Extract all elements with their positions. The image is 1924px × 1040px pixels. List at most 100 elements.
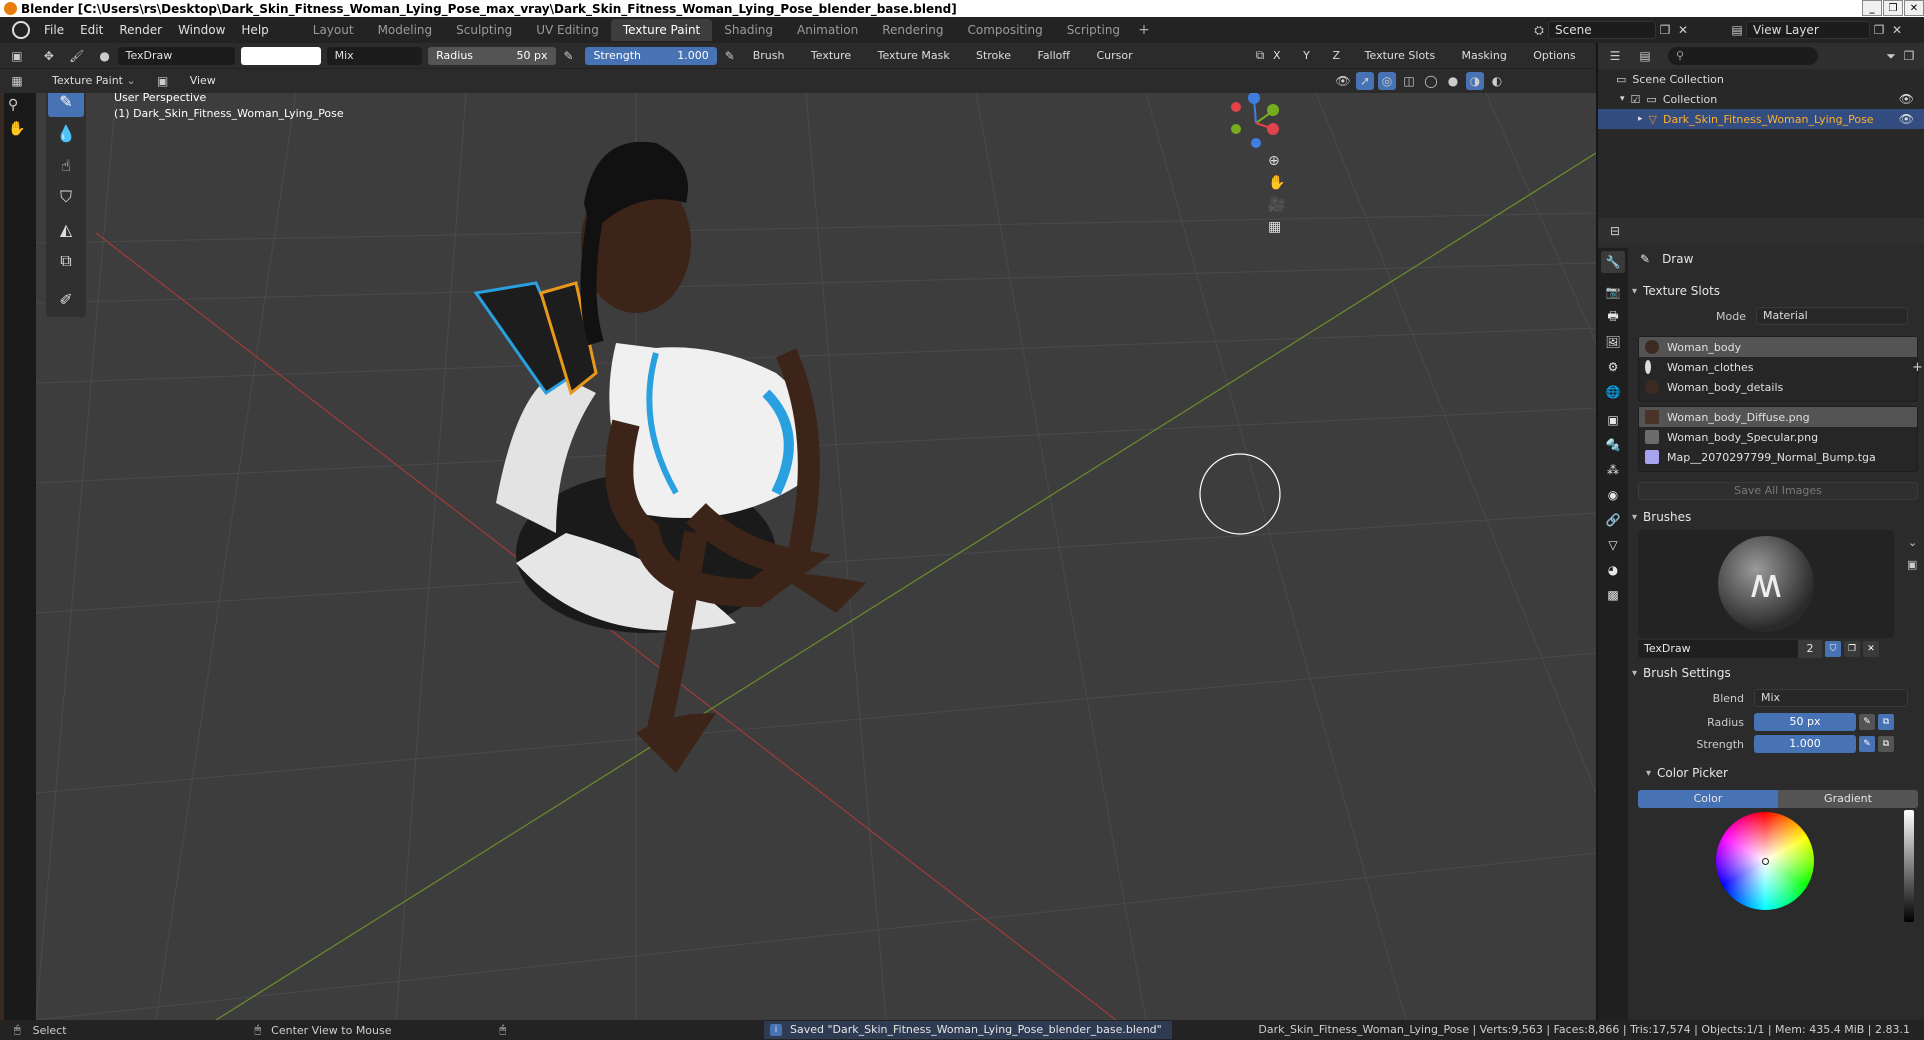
- list-item[interactable]: Map__2070297799_Normal_Bump.tga: [1639, 447, 1917, 467]
- xray-icon[interactable]: ◫: [1400, 72, 1418, 90]
- new-collection-icon[interactable]: ❐: [1900, 47, 1918, 65]
- zoom-tool-icon[interactable]: ⚲: [8, 97, 18, 113]
- rendered-shading-icon[interactable]: ◐: [1488, 72, 1506, 90]
- gizmo-icon[interactable]: ➚: [1356, 72, 1374, 90]
- expand-arrow-icon[interactable]: ▾: [1620, 94, 1625, 104]
- display-mode-icon[interactable]: ▤: [1636, 47, 1654, 65]
- mode-dropdown[interactable]: Material: [1756, 307, 1908, 325]
- world-tab-icon[interactable]: 🌐: [1601, 381, 1625, 403]
- minimize-button[interactable]: _: [1862, 0, 1882, 16]
- brush-name-field[interactable]: TexDraw: [117, 46, 236, 65]
- view-menu[interactable]: View: [182, 72, 224, 90]
- texture-mask-menu[interactable]: Texture Mask: [872, 47, 968, 65]
- delete-view-layer-icon[interactable]: ✕: [1888, 21, 1906, 39]
- add-slot-icon[interactable]: +: [1912, 360, 1923, 375]
- list-item[interactable]: Woman_body_Diffuse.png: [1639, 407, 1917, 427]
- brush-image-icon[interactable]: ▣: [1907, 558, 1917, 571]
- modifier-tab-icon[interactable]: 🔩: [1601, 434, 1625, 456]
- strength-unified-icon[interactable]: ⧉: [1878, 736, 1894, 752]
- tab-modeling[interactable]: Modeling: [366, 19, 445, 41]
- soften-tool-icon[interactable]: 💧: [48, 117, 84, 149]
- scene-field[interactable]: Scene: [1548, 21, 1656, 39]
- clone-tool-icon[interactable]: ⛉: [48, 181, 84, 213]
- filter-icon[interactable]: ⏷: [1882, 47, 1900, 65]
- output-tab-icon[interactable]: 🖶: [1601, 306, 1625, 328]
- smear-tool-icon[interactable]: ☝: [48, 149, 84, 181]
- constraints-tab-icon[interactable]: 🔗: [1601, 509, 1625, 531]
- wireframe-shading-icon[interactable]: ◯: [1422, 72, 1440, 90]
- menu-render[interactable]: Render: [111, 17, 170, 43]
- brush-preview-icon[interactable]: ●: [96, 47, 114, 65]
- brush-color-swatch[interactable]: [241, 46, 321, 65]
- stroke-menu[interactable]: Stroke: [970, 47, 1030, 65]
- tab-compositing[interactable]: Compositing: [955, 19, 1054, 41]
- menu-window[interactable]: Window: [170, 17, 233, 43]
- brush-list-expand-icon[interactable]: ⌄: [1908, 536, 1917, 549]
- strength-slider[interactable]: 1.000: [1754, 735, 1856, 753]
- list-item[interactable]: Woman_body: [1639, 337, 1917, 357]
- color-picker-panel-header[interactable]: Color Picker: [1646, 762, 1924, 784]
- mode-grid-icon[interactable]: ▦: [8, 72, 26, 90]
- new-scene-icon[interactable]: ❐: [1656, 21, 1674, 39]
- outliner-editor-icon[interactable]: ☰: [1606, 47, 1624, 65]
- delete-scene-icon[interactable]: ✕: [1674, 21, 1692, 39]
- maximize-button[interactable]: ❐: [1883, 0, 1903, 16]
- annotate-tool-icon[interactable]: ✐: [48, 283, 84, 315]
- texture-menu[interactable]: Texture: [805, 47, 870, 65]
- particles-tab-icon[interactable]: ⁂: [1601, 459, 1625, 481]
- texture-tab-icon[interactable]: ▩: [1601, 584, 1625, 606]
- visibility-icon[interactable]: 👁: [1334, 72, 1352, 90]
- strength-slider[interactable]: Strength 1.000: [585, 46, 717, 65]
- radius-slider[interactable]: Radius 50 px: [428, 46, 556, 65]
- solid-shading-icon[interactable]: ●: [1444, 72, 1462, 90]
- mirror-z-button[interactable]: Z: [1328, 47, 1356, 65]
- strength-pressure-icon[interactable]: ✎: [1859, 736, 1875, 752]
- checkbox-icon[interactable]: ☑: [1631, 93, 1641, 106]
- tab-scripting[interactable]: Scripting: [1055, 19, 1132, 41]
- radius-pressure-icon[interactable]: ✎: [560, 47, 578, 65]
- unlink-brush-icon[interactable]: ✕: [1863, 641, 1879, 657]
- menu-edit[interactable]: Edit: [72, 17, 111, 43]
- save-all-images-button[interactable]: Save All Images: [1638, 482, 1918, 500]
- tab-texture-paint[interactable]: Texture Paint: [610, 19, 713, 41]
- material-shading-icon[interactable]: ◑: [1466, 72, 1484, 90]
- camera-view-icon[interactable]: 🎥: [1268, 197, 1285, 213]
- visibility-eye-icon[interactable]: 👁: [1899, 112, 1914, 126]
- outliner-row-collection[interactable]: ▾ ☑ ▭ Collection 👁: [1598, 89, 1924, 109]
- brushes-panel-header[interactable]: Brushes: [1632, 506, 1922, 528]
- physics-tab-icon[interactable]: ◉: [1601, 484, 1625, 506]
- radius-slider[interactable]: 50 px: [1754, 713, 1856, 731]
- render-tab-icon[interactable]: 📷: [1601, 281, 1625, 303]
- ortho-toggle-icon[interactable]: ▦: [1268, 219, 1285, 235]
- brush-settings-panel-header[interactable]: Brush Settings: [1632, 662, 1922, 684]
- duplicate-brush-icon[interactable]: ❐: [1844, 641, 1860, 657]
- overlay-icon[interactable]: ◎: [1378, 72, 1396, 90]
- blender-menu-icon[interactable]: [12, 21, 30, 39]
- mode-icon[interactable]: ✥: [40, 47, 58, 65]
- material-tab-icon[interactable]: ◕: [1601, 559, 1625, 581]
- view-layer-tab-icon[interactable]: 🖼: [1601, 331, 1625, 353]
- navigation-gizmo[interactable]: [1231, 93, 1279, 148]
- pan-hand-icon[interactable]: ✋: [8, 121, 25, 137]
- menu-file[interactable]: File: [36, 17, 72, 43]
- brush-menu[interactable]: Brush: [747, 47, 803, 65]
- tab-animation[interactable]: Animation: [785, 19, 870, 41]
- expand-arrow-icon[interactable]: ▸: [1638, 114, 1643, 124]
- options-menu[interactable]: Options: [1527, 47, 1594, 65]
- tab-layout[interactable]: Layout: [301, 19, 366, 41]
- list-item[interactable]: Woman_body_Specular.png: [1639, 427, 1917, 447]
- masking-menu[interactable]: Masking: [1455, 47, 1525, 65]
- menu-help[interactable]: Help: [233, 17, 276, 43]
- tab-rendering[interactable]: Rendering: [870, 19, 955, 41]
- tab-sculpting[interactable]: Sculpting: [444, 19, 524, 41]
- value-slider[interactable]: [1904, 810, 1914, 922]
- tool-tab-icon[interactable]: 🔧: [1601, 251, 1625, 273]
- list-item[interactable]: Woman_clothes: [1639, 357, 1917, 377]
- tab-uv-editing[interactable]: UV Editing: [524, 19, 611, 41]
- mirror-y-button[interactable]: Y: [1299, 47, 1326, 65]
- radius-pressure-icon[interactable]: ✎: [1859, 714, 1875, 730]
- radius-unified-icon[interactable]: ⧉: [1878, 714, 1894, 730]
- mask-tool-icon[interactable]: ⧉: [48, 245, 84, 277]
- outliner-row-scene-collection[interactable]: ▭ Scene Collection: [1598, 69, 1924, 89]
- brush-icon[interactable]: 🖌: [68, 47, 86, 65]
